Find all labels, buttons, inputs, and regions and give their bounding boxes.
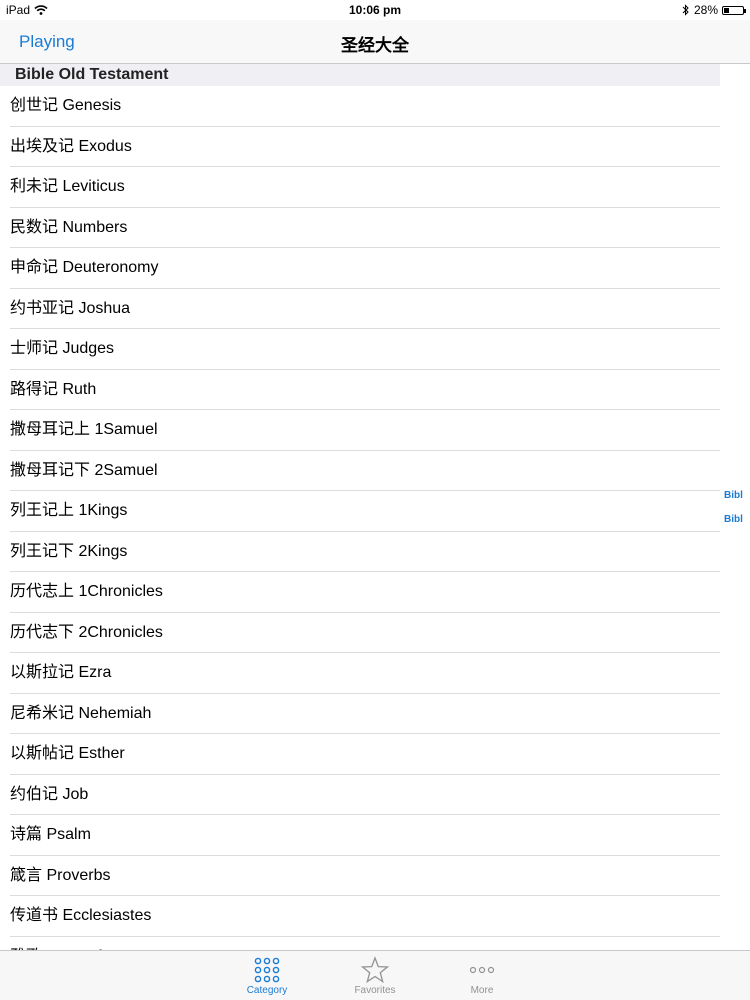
grid-icon — [254, 957, 280, 983]
tab-favorites[interactable]: Favorites — [340, 955, 410, 996]
book-row[interactable]: 雅歌 Song of Songs — [0, 937, 720, 951]
section-index-item[interactable]: Bibl — [724, 514, 750, 538]
tab-favorites-label: Favorites — [354, 985, 396, 996]
tab-bar: Category Favorites More — [0, 950, 750, 1000]
book-title: 以斯拉记 Ezra — [10, 664, 112, 681]
tab-more-label: More — [470, 985, 494, 996]
book-title: 路得记 Ruth — [10, 380, 97, 398]
book-title: 申命记 Deuteronomy — [10, 259, 159, 276]
book-row[interactable]: 出埃及记 Exodus — [0, 127, 720, 168]
status-time: 10:06 pm — [348, 3, 402, 17]
star-icon — [361, 956, 389, 984]
book-row[interactable]: 士师记 Judges — [0, 329, 720, 370]
book-title: 传道书 Ecclesiastes — [10, 907, 152, 924]
book-row[interactable]: 历代志上 1Chronicles — [0, 572, 720, 613]
book-title: 利未记 Leviticus — [10, 178, 125, 195]
book-title: 列王记下 2Kings — [10, 542, 128, 560]
book-title: 历代志上 1Chronicles — [10, 583, 163, 600]
battery-icon — [722, 5, 746, 15]
book-title: 创世记 Genesis — [10, 97, 122, 114]
book-row[interactable]: 列王记下 2Kings — [0, 532, 720, 573]
book-row[interactable]: 约伯记 Job — [0, 775, 720, 816]
page-title: 圣经大全 — [341, 36, 409, 55]
book-title: 以斯帖记 Esther — [10, 745, 125, 762]
book-row[interactable]: 撒母耳记上 1Samuel — [0, 410, 720, 451]
book-row[interactable]: 利未记 Leviticus — [0, 167, 720, 208]
book-title: 士师记 Judges — [10, 340, 115, 357]
book-row[interactable]: 以斯帖记 Esther — [0, 734, 720, 775]
status-right: 28% — [682, 3, 746, 17]
book-list[interactable]: Bible Old Testament 创世记 Genesis 出埃及记 Exod… — [0, 64, 720, 950]
tab-category-label: Category — [246, 985, 288, 996]
book-row[interactable]: 诗篇 Psalm — [0, 815, 720, 856]
book-title: 民数记 Numbers — [10, 218, 128, 236]
book-row[interactable]: 路得记 Ruth — [0, 370, 720, 411]
book-row[interactable]: 民数记 Numbers — [0, 208, 720, 249]
section-index-item[interactable]: Bibl — [724, 490, 750, 514]
book-row[interactable]: 申命记 Deuteronomy — [0, 248, 720, 289]
section-header: Bible Old Testament — [0, 64, 720, 86]
tab-category[interactable]: Category — [232, 955, 302, 996]
book-row[interactable]: 创世记 Genesis — [0, 86, 720, 127]
book-title: 诗篇 Psalm — [10, 826, 91, 843]
book-row[interactable]: 以斯拉记 Ezra — [0, 653, 720, 694]
book-row[interactable]: 传道书 Ecclesiastes — [0, 896, 720, 937]
book-title: 撒母耳记下 2Samuel — [10, 461, 158, 479]
section-index[interactable]: Bibl Bibl — [724, 490, 750, 538]
navigation-bar: Playing 圣经大全 — [0, 20, 750, 64]
book-row[interactable]: 列王记上 1Kings — [0, 491, 720, 532]
book-title: 尼希米记 Nehemiah — [10, 704, 152, 722]
book-title: 约伯记 Job — [10, 785, 89, 803]
bluetooth-icon — [682, 4, 689, 16]
book-row[interactable]: 历代志下 2Chronicles — [0, 613, 720, 654]
book-title: 约书亚记 Joshua — [10, 299, 131, 317]
status-bar: iPad 10:06 pm 28% — [0, 0, 750, 20]
book-title: 出埃及记 Exodus — [10, 137, 132, 155]
book-row[interactable]: 撒母耳记下 2Samuel — [0, 451, 720, 492]
book-title: 箴言 Proverbs — [10, 866, 111, 884]
battery-percent: 28% — [693, 3, 718, 17]
book-row[interactable]: 箴言 Proverbs — [0, 856, 720, 897]
book-row[interactable]: 尼希米记 Nehemiah — [0, 694, 720, 735]
book-title: 历代志下 2Chronicles — [10, 623, 163, 641]
book-row[interactable]: 约书亚记 Joshua — [0, 289, 720, 330]
book-title: 列王记上 1Kings — [10, 502, 128, 519]
book-title: 撒母耳记上 1Samuel — [10, 421, 158, 438]
battery-fill — [724, 7, 730, 13]
tab-more[interactable]: More — [447, 955, 517, 996]
more-dots-icon — [469, 966, 495, 974]
